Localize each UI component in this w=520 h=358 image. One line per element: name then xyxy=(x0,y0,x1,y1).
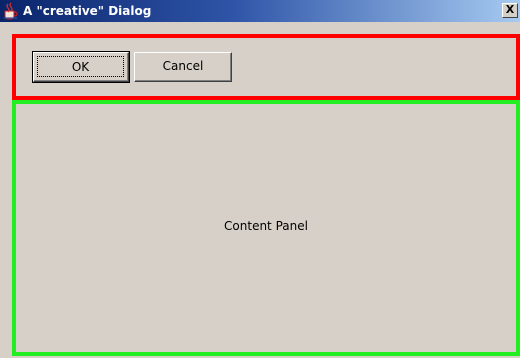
java-coffee-cup-icon[interactable] xyxy=(2,2,20,20)
content-panel: Content Panel xyxy=(12,100,520,356)
ok-button-label: OK xyxy=(37,56,124,77)
button-panel: OK Cancel xyxy=(12,34,520,100)
content-panel-label: Content Panel xyxy=(224,219,308,233)
ok-button[interactable]: OK xyxy=(32,51,130,83)
dialog-window: A "creative" Dialog X OK Cancel Content … xyxy=(0,0,520,358)
close-button[interactable]: X xyxy=(502,3,518,18)
close-icon: X xyxy=(505,3,515,16)
cancel-button[interactable]: Cancel xyxy=(134,52,232,82)
window-title: A "creative" Dialog xyxy=(23,4,152,18)
title-bar[interactable]: A "creative" Dialog X xyxy=(0,0,520,22)
